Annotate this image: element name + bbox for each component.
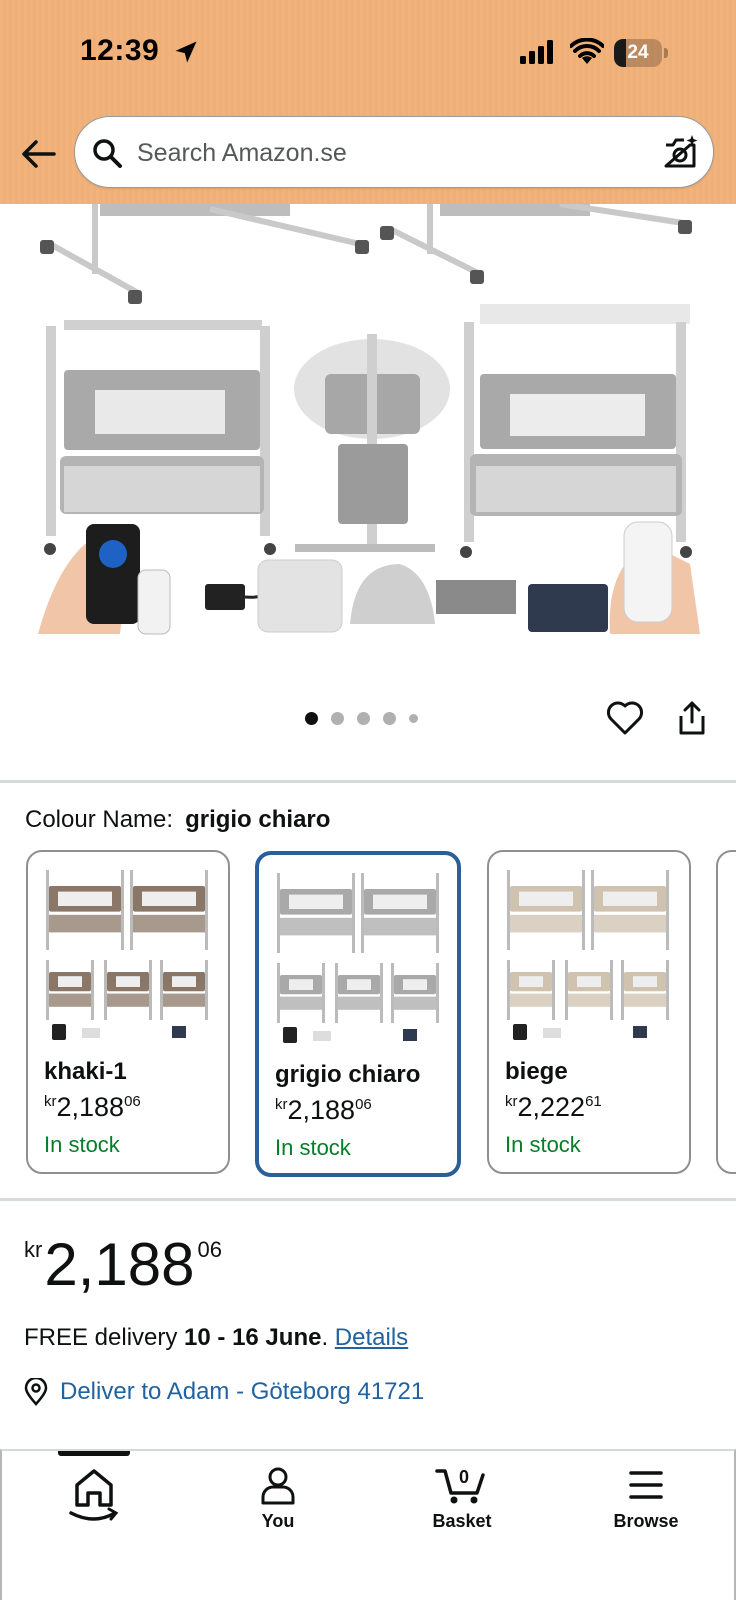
variant-card-partial[interactable] (716, 850, 736, 1174)
basket-count: 0 (459, 1467, 469, 1487)
variant-name: biege (505, 1058, 568, 1085)
deliver-to-location[interactable]: Deliver to Adam - Göteborg 41721 (24, 1378, 424, 1406)
image-carousel-dots[interactable] (305, 712, 418, 725)
wifi-icon (570, 38, 604, 64)
details-link[interactable]: Details (335, 1324, 408, 1351)
variant-name: khaki-1 (44, 1058, 127, 1085)
person-icon (261, 1467, 295, 1505)
variant-stock: In stock (44, 1132, 120, 1157)
variant-price: kr2,18806 (275, 1095, 372, 1125)
search-bar[interactable] (74, 116, 714, 188)
nav-browse[interactable]: Browse (554, 1465, 736, 1555)
carousel-dot[interactable] (357, 712, 370, 725)
nav-home[interactable] (2, 1465, 186, 1555)
status-time: 12:39 (80, 34, 160, 67)
nav-basket-label: Basket (432, 1511, 492, 1531)
nav-you-label: You (261, 1511, 295, 1531)
back-button[interactable] (18, 134, 58, 174)
nav-browse-label: Browse (613, 1511, 679, 1531)
carousel-dot[interactable] (305, 712, 318, 725)
variant-card-khaki[interactable]: khaki-1 kr2,18806 In stock (26, 850, 230, 1174)
variant-thumbnail (46, 870, 208, 1040)
variant-card-biege[interactable]: biege kr2,22261 In stock (487, 850, 691, 1174)
colour-name-label: Colour Name: grigio chiaro (25, 806, 330, 834)
colour-label-text: Colour Name: (25, 806, 174, 833)
search-icon (93, 139, 122, 168)
header: 12:39 24 (0, 0, 736, 204)
bottom-nav: You 0 Basket Browse (0, 1449, 736, 1600)
nav-active-indicator (58, 1451, 130, 1456)
product-page: 12:39 24 Search Amazon.se Colour Name: g… (0, 0, 736, 1600)
colour-selected-value: grigio chiaro (185, 806, 331, 833)
carousel-dot[interactable] (409, 714, 418, 723)
section-divider (0, 780, 736, 783)
share-icon[interactable] (676, 700, 708, 736)
variant-name: grigio chiaro (275, 1061, 421, 1088)
carousel-dot[interactable] (331, 712, 344, 725)
search-input[interactable] (137, 129, 637, 177)
back-arrow-icon (22, 140, 56, 168)
battery-percent: 24 (627, 42, 649, 63)
location-arrow-icon (175, 41, 197, 63)
signal-icon (520, 40, 553, 64)
variant-thumbnail (507, 870, 669, 1040)
location-text: Deliver to Adam - Göteborg 41721 (60, 1378, 425, 1405)
variant-card-grigio-chiaro[interactable]: grigio chiaro kr2,18806 In stock (255, 851, 461, 1177)
nav-you[interactable]: You (186, 1465, 370, 1555)
variant-price: kr2,22261 (505, 1092, 602, 1122)
cart-icon: 0 (435, 1467, 485, 1504)
nav-basket[interactable]: 0 Basket (370, 1465, 554, 1555)
home-icon (69, 1469, 119, 1521)
product-image[interactable] (0, 204, 736, 654)
variant-thumbnail (277, 873, 439, 1043)
heart-icon[interactable] (606, 700, 644, 736)
product-price: kr2,188 06 (24, 1231, 222, 1298)
location-pin-icon (24, 1378, 48, 1406)
delivery-info: FREE delivery 10 - 16 June. Details (24, 1324, 409, 1351)
variant-stock: In stock (505, 1132, 581, 1157)
carousel-dot[interactable] (383, 712, 396, 725)
menu-icon (629, 1471, 663, 1499)
battery-indicator: 24 (614, 39, 668, 67)
camera-search-icon[interactable] (661, 133, 699, 171)
section-divider (0, 1198, 736, 1201)
variant-price: kr2,18806 (44, 1092, 141, 1122)
variant-stock: In stock (275, 1135, 351, 1160)
